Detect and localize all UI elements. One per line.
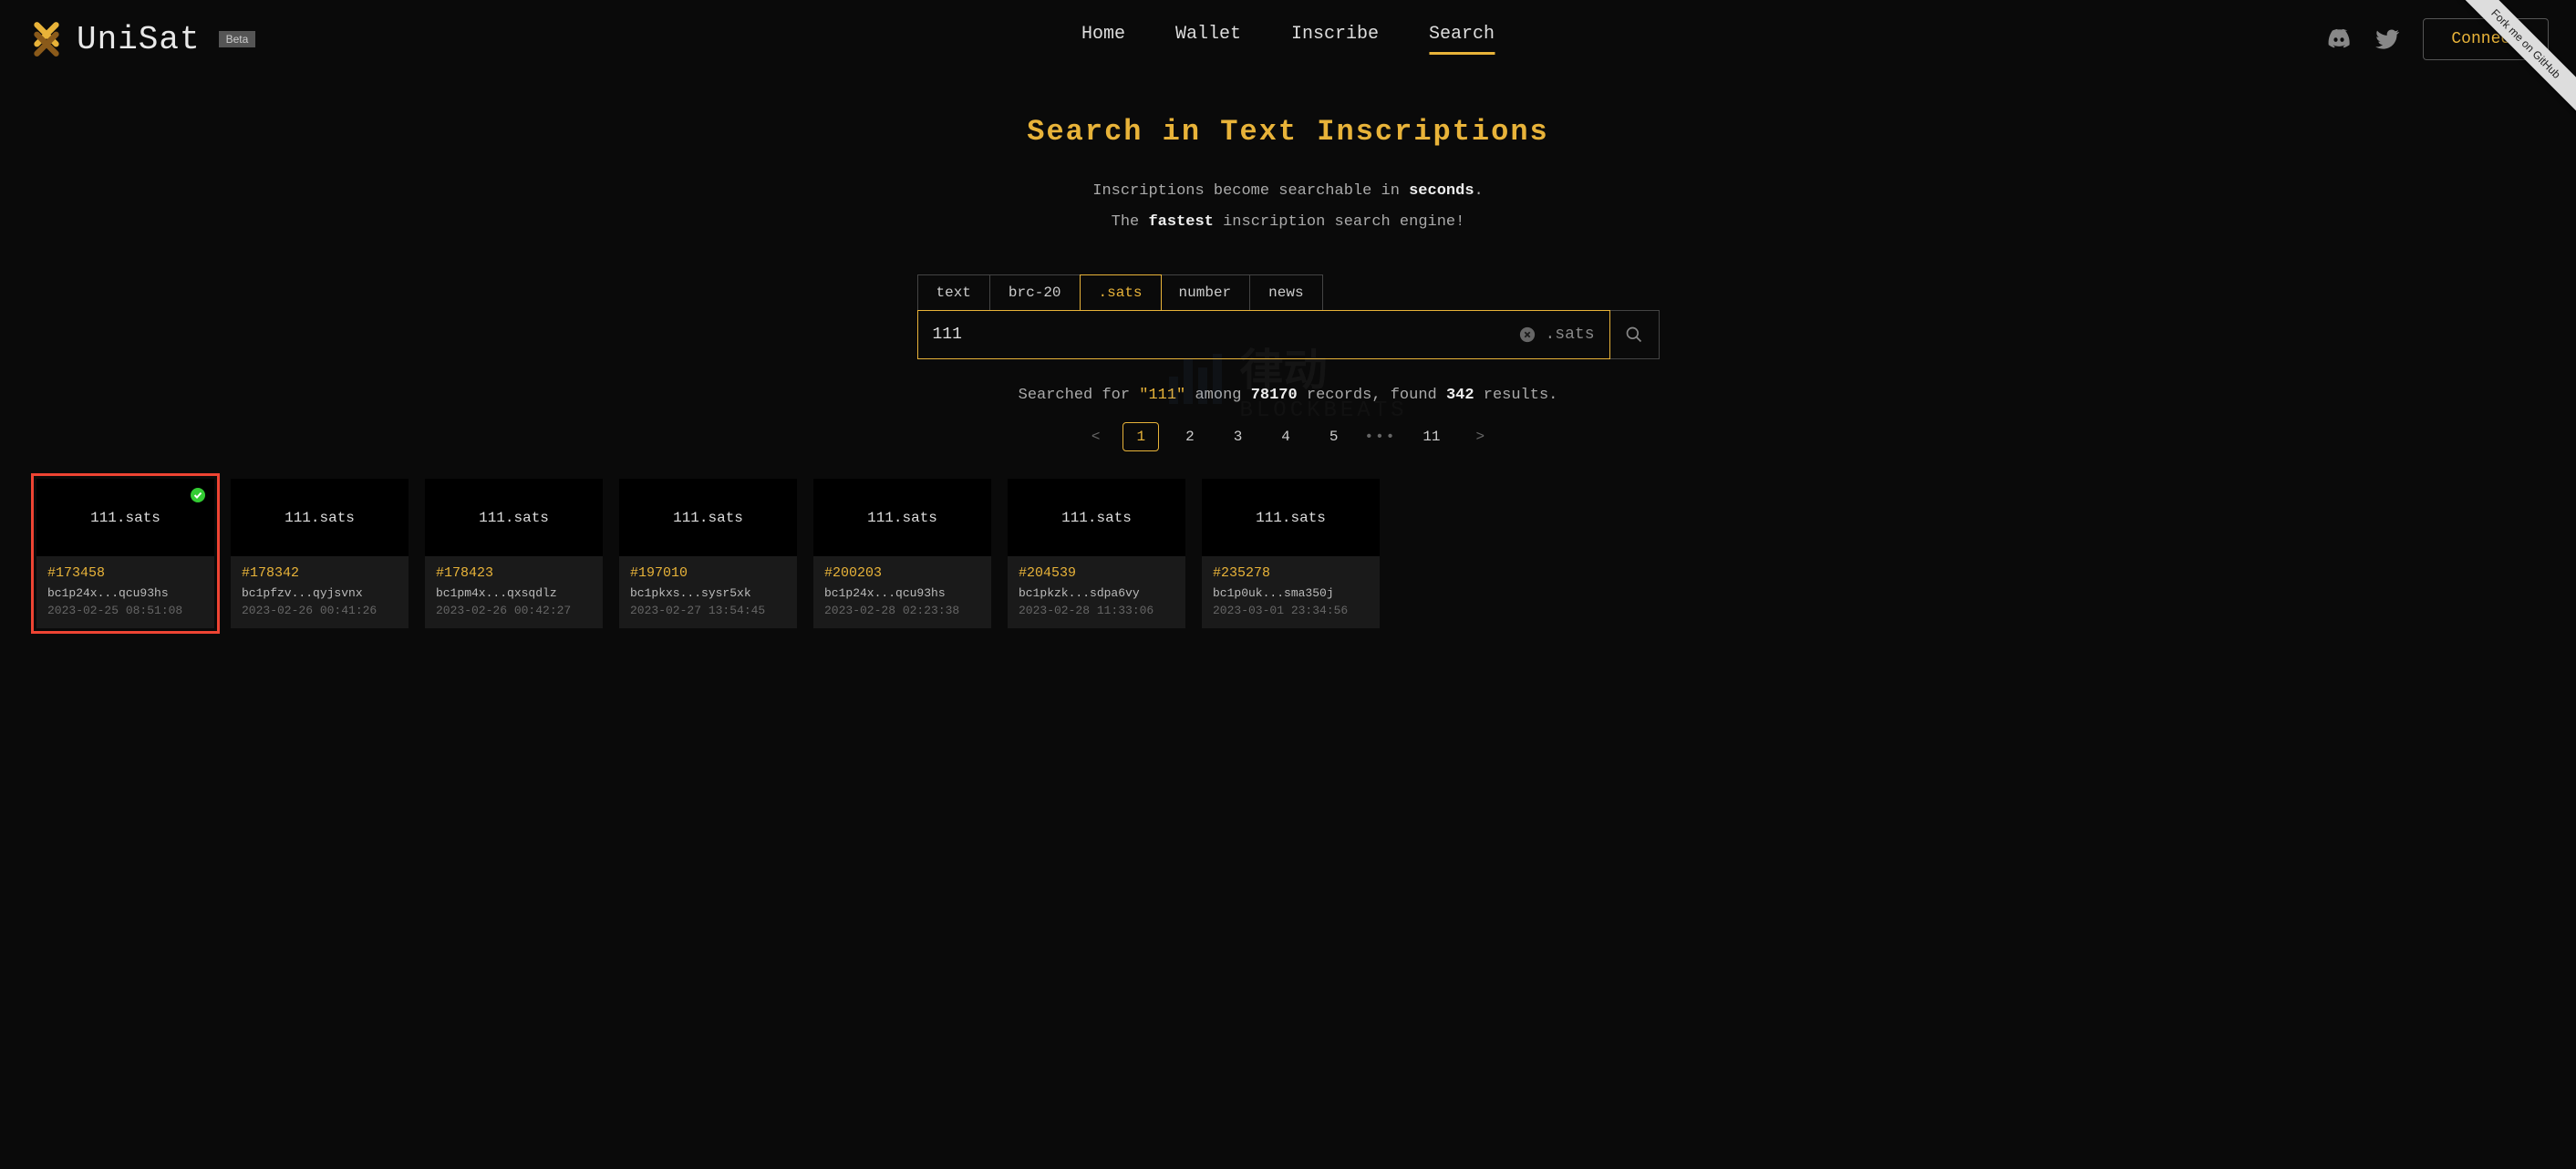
card-name: 111.sats: [284, 510, 355, 526]
discord-icon[interactable]: [2326, 26, 2352, 52]
search-icon: [1625, 326, 1643, 344]
logo-icon: [27, 20, 66, 58]
page-2[interactable]: 2: [1173, 423, 1207, 450]
search-tabs: textbrc-20.satsnumbernews: [917, 274, 1323, 310]
result-card[interactable]: 111.sats #178423 bc1pm4x...qxsqdlz 2023-02-…: [425, 479, 603, 628]
page-4[interactable]: 4: [1268, 423, 1303, 450]
result-card[interactable]: 111.sats #197010 bc1pkxs...sysr5xk 2023-02-…: [619, 479, 797, 628]
card-name: 111.sats: [673, 510, 743, 526]
search-input[interactable]: [933, 326, 1520, 344]
tab-brc20[interactable]: brc-20: [990, 275, 1081, 310]
tab-news[interactable]: news: [1250, 275, 1321, 310]
result-card[interactable]: 111.sats #173458 bc1p24x...qcu93hs 2023-02-…: [36, 479, 214, 628]
card-date: 2023-02-26 00:42:27: [436, 604, 592, 617]
nav-home[interactable]: Home: [1081, 24, 1125, 55]
card-id: #235278: [1213, 565, 1369, 581]
page-1[interactable]: 1: [1122, 422, 1159, 451]
card-date: 2023-03-01 23:34:56: [1213, 604, 1369, 617]
main: 律动 BLOCKBEATS Search in Text Inscription…: [741, 115, 1836, 451]
page-ellipsis: •••: [1365, 429, 1397, 445]
search-suffix: .sats: [1545, 326, 1594, 344]
main-nav: Home Wallet Inscribe Search: [1081, 24, 1495, 55]
card-name: 111.sats: [90, 510, 160, 526]
beta-badge: Beta: [219, 31, 256, 47]
card-address: bc1p0uk...sma350j: [1213, 586, 1369, 600]
nav-wallet[interactable]: Wallet: [1175, 24, 1241, 55]
results-summary: Searched for "111" among 78170 records, …: [741, 387, 1836, 404]
logo-text: UniSat: [77, 21, 201, 58]
twitter-icon[interactable]: [2374, 26, 2400, 52]
search-button[interactable]: [1610, 310, 1660, 359]
card-date: 2023-02-26 00:41:26: [242, 604, 398, 617]
search-box: .sats: [917, 310, 1610, 359]
page-3[interactable]: 3: [1221, 423, 1256, 450]
card-date: 2023-02-25 08:51:08: [47, 604, 203, 617]
card-date: 2023-02-28 11:33:06: [1019, 604, 1174, 617]
result-card[interactable]: 111.sats #235278 bc1p0uk...sma350j 2023-03-…: [1202, 479, 1380, 628]
logo[interactable]: UniSat Beta: [27, 20, 255, 58]
card-address: bc1pkzk...sdpa6vy: [1019, 586, 1174, 600]
search-area: textbrc-20.satsnumbernews .sats: [917, 274, 1660, 359]
card-date: 2023-02-28 02:23:38: [824, 604, 980, 617]
card-name: 111.sats: [867, 510, 937, 526]
tab-number[interactable]: number: [1161, 275, 1251, 310]
card-id: #178342: [242, 565, 398, 581]
card-id: #197010: [630, 565, 786, 581]
page-11[interactable]: 11: [1410, 423, 1453, 450]
page-5[interactable]: 5: [1317, 423, 1351, 450]
verified-icon: [191, 488, 205, 502]
card-address: bc1p24x...qcu93hs: [47, 586, 203, 600]
results-grid: 111.sats #173458 bc1p24x...qcu93hs 2023-02-…: [36, 479, 2540, 628]
pagination: <12345 ••• 11 >: [741, 422, 1836, 451]
card-address: bc1pfzv...qyjsvnx: [242, 586, 398, 600]
card-id: #173458: [47, 565, 203, 581]
result-card[interactable]: 111.sats #178342 bc1pfzv...qyjsvnx 2023-02-…: [231, 479, 409, 628]
nav-search[interactable]: Search: [1429, 24, 1495, 55]
card-date: 2023-02-27 13:54:45: [630, 604, 786, 617]
clear-icon[interactable]: [1519, 326, 1536, 343]
subtitle-1: Inscriptions become searchable in second…: [741, 176, 1836, 207]
card-address: bc1pm4x...qxsqdlz: [436, 586, 592, 600]
tab-text[interactable]: text: [918, 275, 990, 310]
page-prev[interactable]: <: [1082, 423, 1110, 450]
card-name: 111.sats: [1061, 510, 1132, 526]
subtitle-2: The fastest inscription search engine!: [741, 207, 1836, 238]
card-name: 111.sats: [1256, 510, 1326, 526]
result-card[interactable]: 111.sats #200203 bc1p24x...qcu93hs 2023-02-…: [813, 479, 991, 628]
nav-inscribe[interactable]: Inscribe: [1291, 24, 1379, 55]
result-card[interactable]: 111.sats #204539 bc1pkzk...sdpa6vy 2023-02-…: [1008, 479, 1185, 628]
card-name: 111.sats: [479, 510, 549, 526]
page-next[interactable]: >: [1467, 423, 1495, 450]
tab-sats[interactable]: .sats: [1080, 274, 1162, 311]
card-id: #200203: [824, 565, 980, 581]
page-title: Search in Text Inscriptions: [741, 115, 1836, 149]
card-address: bc1pkxs...sysr5xk: [630, 586, 786, 600]
card-address: bc1p24x...qcu93hs: [824, 586, 980, 600]
header: UniSat Beta HomeWalletInscribeSearch Con…: [0, 0, 2576, 78]
card-id: #178423: [436, 565, 592, 581]
card-id: #204539: [1019, 565, 1174, 581]
